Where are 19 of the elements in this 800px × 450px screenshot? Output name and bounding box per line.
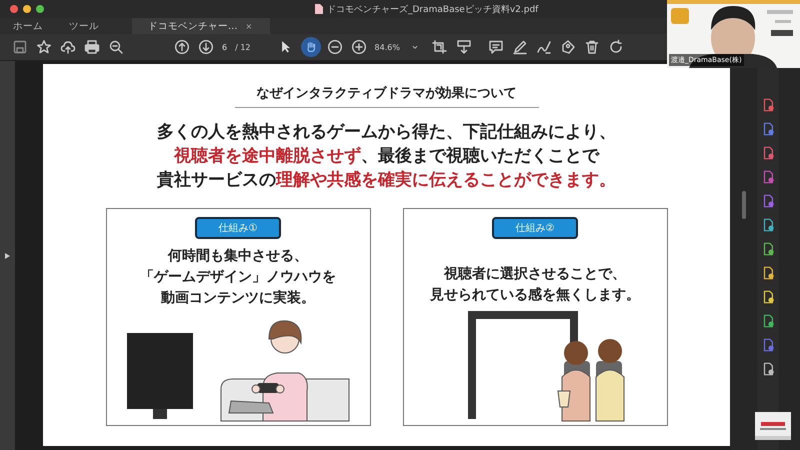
card-text: 「ゲームデザイン」ノウハウを [140, 268, 336, 286]
page-number-field[interactable]: 6 [222, 42, 228, 52]
card-text: 視聴者に選択させることで、 [444, 265, 626, 283]
tab[interactable]: ドコモベンチャー… × [132, 18, 270, 34]
tab[interactable]: ツール [56, 18, 112, 34]
slide-text: 視聴者を途中離脱させず、最後まで視聴いただくことで [174, 146, 599, 166]
slide-text: 多くの人を熱中されるゲームから得た、下記仕組みにより、 [157, 122, 616, 142]
card-label: 仕組み① [194, 217, 282, 239]
close-tab-button[interactable]: × [246, 22, 252, 30]
card-label: 仕組み② [492, 217, 578, 239]
card-text: 見せられている感を無くします。 [430, 286, 640, 304]
card-text: 何時間も集中させる、 [168, 247, 308, 265]
slide-text: 貴社サービスの理解や共感を確実に伝えることができます。 [157, 170, 616, 190]
page-count: / 12 [235, 42, 251, 52]
window-title: ドコモベンチャーズ_DramaBaseピッチ資料v2.pdf [327, 4, 538, 16]
tab[interactable]: ホーム [0, 18, 56, 34]
slide-title: なぜインタラクティブドラマが効果について [234, 84, 538, 108]
card-text: 動画コンテンツに実装。 [161, 289, 315, 307]
zoom-level-field[interactable]: 84.6% [374, 42, 400, 52]
